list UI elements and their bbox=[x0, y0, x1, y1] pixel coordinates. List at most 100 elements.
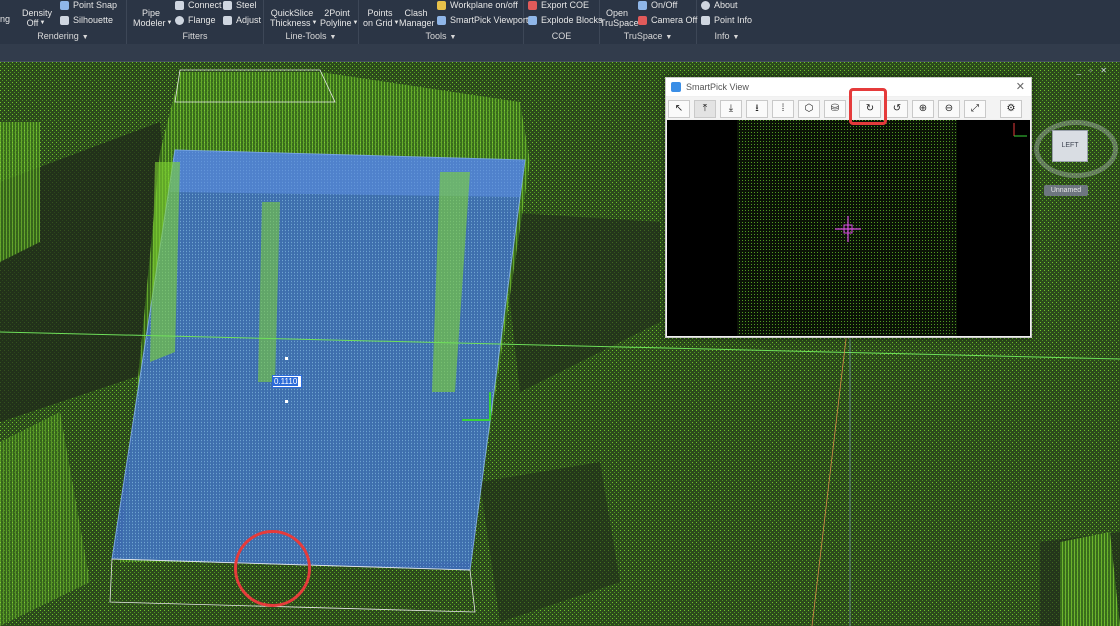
export-coe-label: Export COE bbox=[541, 0, 590, 10]
zoom-out-button[interactable]: ⊖ bbox=[938, 100, 960, 118]
open-truspace-button[interactable]: Open TruSpace bbox=[600, 8, 639, 28]
ribbon-group-label-info[interactable]: Info ▼ bbox=[697, 31, 757, 41]
ribbon-group-label-fitters: Fitters bbox=[182, 31, 208, 41]
truspace-label-text: TruSpace bbox=[623, 31, 663, 41]
info-icon bbox=[701, 1, 710, 11]
ribbon-group-label-line-tools[interactable]: Line-Tools ▼ bbox=[264, 31, 358, 41]
silhouette-icon bbox=[60, 16, 69, 26]
cylinder-button[interactable]: ⛁ bbox=[824, 100, 846, 118]
connect-button[interactable]: Connect bbox=[175, 0, 222, 11]
point-snap-icon bbox=[60, 1, 69, 11]
ribbon-group-label-tools[interactable]: Tools ▼ bbox=[359, 31, 523, 41]
2point-polyline-button[interactable]: 2Point Polyline▼ bbox=[320, 8, 358, 28]
rotate-ccw-button[interactable]: ↺ bbox=[886, 100, 908, 118]
highlight-annotation-circle bbox=[234, 530, 311, 607]
left-structure bbox=[0, 122, 40, 262]
steel-label: Steel bbox=[236, 0, 257, 10]
camera-icon bbox=[638, 16, 647, 26]
highlight-annotation-box bbox=[849, 88, 887, 125]
export-coe-button[interactable]: Export COE bbox=[528, 0, 590, 11]
info-label-text: Info bbox=[714, 31, 730, 41]
slice-tool-button[interactable]: ⁞ bbox=[772, 100, 794, 118]
open-truspace-label: Open TruSpace bbox=[600, 8, 639, 28]
chevron-down-icon: ▼ bbox=[81, 34, 89, 41]
viewport-window-controls[interactable]: _ ▫ ✕ bbox=[1077, 66, 1110, 75]
explode-blocks-label: Explode Blocks bbox=[541, 15, 603, 25]
smartpick-point-strip bbox=[737, 120, 957, 336]
about-label: About bbox=[714, 0, 738, 10]
viewcube-face-left[interactable]: LEFT bbox=[1052, 130, 1088, 162]
align-bottom-button[interactable]: ⤓ bbox=[720, 100, 742, 118]
camera-off-button[interactable]: Camera Off bbox=[638, 15, 697, 26]
ribbon-group-truspace: Open TruSpace On/Off Camera Off TruSpace… bbox=[600, 0, 697, 44]
dimension-input[interactable]: 0.1110 bbox=[272, 375, 302, 388]
workplane-toggle-button[interactable]: Workplane on/off bbox=[437, 0, 518, 11]
ribbon-group-label-rendering[interactable]: Rendering ▼ bbox=[0, 31, 126, 41]
dropdown-caret-icon: ▼ bbox=[352, 20, 359, 26]
zoom-in-button[interactable]: ⊕ bbox=[912, 100, 934, 118]
about-button[interactable]: About bbox=[701, 0, 738, 11]
connect-label: Connect bbox=[188, 0, 222, 10]
ribbon-group-tools: Points on Grid▼ Clash Manager Workplane … bbox=[359, 0, 528, 44]
smartpick-title: SmartPick View bbox=[686, 82, 749, 92]
select-tool-button[interactable]: ↖ bbox=[668, 100, 690, 118]
ribbon-group-rendering: ng Density Off▼ Point Snap Silhouette Re… bbox=[0, 0, 127, 44]
quickslice-thickness-button[interactable]: QuickSlice Thickness▼ bbox=[270, 8, 317, 28]
smartpick-viewport-label: SmartPick Viewport bbox=[450, 15, 529, 25]
ribbon-group-label-coe: COE bbox=[551, 31, 572, 41]
grip-point[interactable] bbox=[285, 400, 288, 403]
cube-view-button[interactable]: ⬡ bbox=[798, 100, 820, 118]
steel-button[interactable]: Steel bbox=[223, 0, 257, 11]
smartpick-canvas[interactable] bbox=[667, 120, 1030, 336]
smartpick-viewport-button[interactable]: SmartPick Viewport bbox=[437, 15, 529, 26]
point-snap-label: Point Snap bbox=[73, 0, 118, 10]
flange-label: Flange bbox=[188, 15, 216, 25]
steel-icon bbox=[223, 1, 232, 11]
ribbon-group-fitters: Pipe Modeler▼ Connect Flange Steel Adjus… bbox=[127, 0, 264, 44]
settings-button[interactable]: ⚙ bbox=[1000, 100, 1022, 118]
export-coe-icon bbox=[528, 1, 537, 11]
dropdown-caret-icon: ▼ bbox=[39, 20, 46, 26]
workplane-icon bbox=[437, 1, 446, 11]
rendering-label-text: Rendering bbox=[37, 31, 79, 41]
point-info-button[interactable]: Point Info bbox=[701, 15, 753, 26]
ribbon-toolbar: ng Density Off▼ Point Snap Silhouette Re… bbox=[0, 0, 1120, 44]
point-info-label: Point Info bbox=[714, 15, 753, 25]
silhouette-button[interactable]: Silhouette bbox=[60, 15, 113, 26]
close-icon[interactable]: ✕ bbox=[1016, 80, 1025, 93]
smartpick-app-icon bbox=[671, 82, 681, 92]
clash-manager-button[interactable]: Clash Manager bbox=[399, 8, 435, 28]
explode-blocks-icon bbox=[528, 16, 537, 26]
pillar bbox=[150, 162, 180, 362]
pipe-modeler-label: Pipe Modeler bbox=[133, 8, 166, 28]
points-on-grid-button[interactable]: Points on Grid▼ bbox=[363, 8, 399, 28]
adjust-button[interactable]: Adjust bbox=[223, 15, 261, 26]
fit-view-button[interactable]: ⤢ bbox=[964, 100, 986, 118]
ribbon-group-line-tools: QuickSlice Thickness▼ 2Point Polyline▼ L… bbox=[264, 0, 359, 44]
line-tools-label-text: Line-Tools bbox=[285, 31, 327, 41]
grip-point[interactable] bbox=[285, 357, 288, 360]
align-ground-button[interactable]: ⭳ bbox=[746, 100, 768, 118]
flange-button[interactable]: Flange bbox=[175, 15, 216, 26]
pipe-modeler-button[interactable]: Pipe Modeler▼ bbox=[133, 8, 172, 28]
dropdown-caret-icon: ▼ bbox=[311, 20, 318, 26]
named-view-dropdown[interactable]: Unnamed bbox=[1044, 185, 1088, 196]
viewcube[interactable]: LEFT Unnamed bbox=[1030, 105, 1118, 200]
align-top-button[interactable]: ⤒ bbox=[694, 100, 716, 118]
ribbon-group-label-truspace[interactable]: TruSpace ▼ bbox=[600, 31, 696, 41]
dimension-value: 0.1110 bbox=[273, 377, 299, 386]
point-snap-button[interactable]: Point Snap bbox=[60, 0, 118, 11]
chevron-down-icon: ▼ bbox=[665, 34, 673, 41]
rendering-partial-button[interactable]: ng bbox=[0, 14, 10, 24]
right-structure bbox=[1060, 532, 1120, 626]
density-off-button[interactable]: Density Off▼ bbox=[22, 8, 53, 28]
explode-blocks-button[interactable]: Explode Blocks bbox=[528, 15, 603, 26]
adjust-icon bbox=[223, 16, 232, 26]
ribbon-group-coe: Export COE Explode Blocks COE bbox=[524, 0, 603, 44]
smartpick-render bbox=[737, 120, 1027, 336]
truspace-onoff-label: On/Off bbox=[651, 0, 678, 10]
dropdown-caret-icon: ▼ bbox=[166, 20, 173, 26]
truspace-onoff-button[interactable]: On/Off bbox=[638, 0, 678, 11]
density-off-label: Density Off bbox=[22, 8, 53, 28]
connect-icon bbox=[175, 1, 184, 11]
